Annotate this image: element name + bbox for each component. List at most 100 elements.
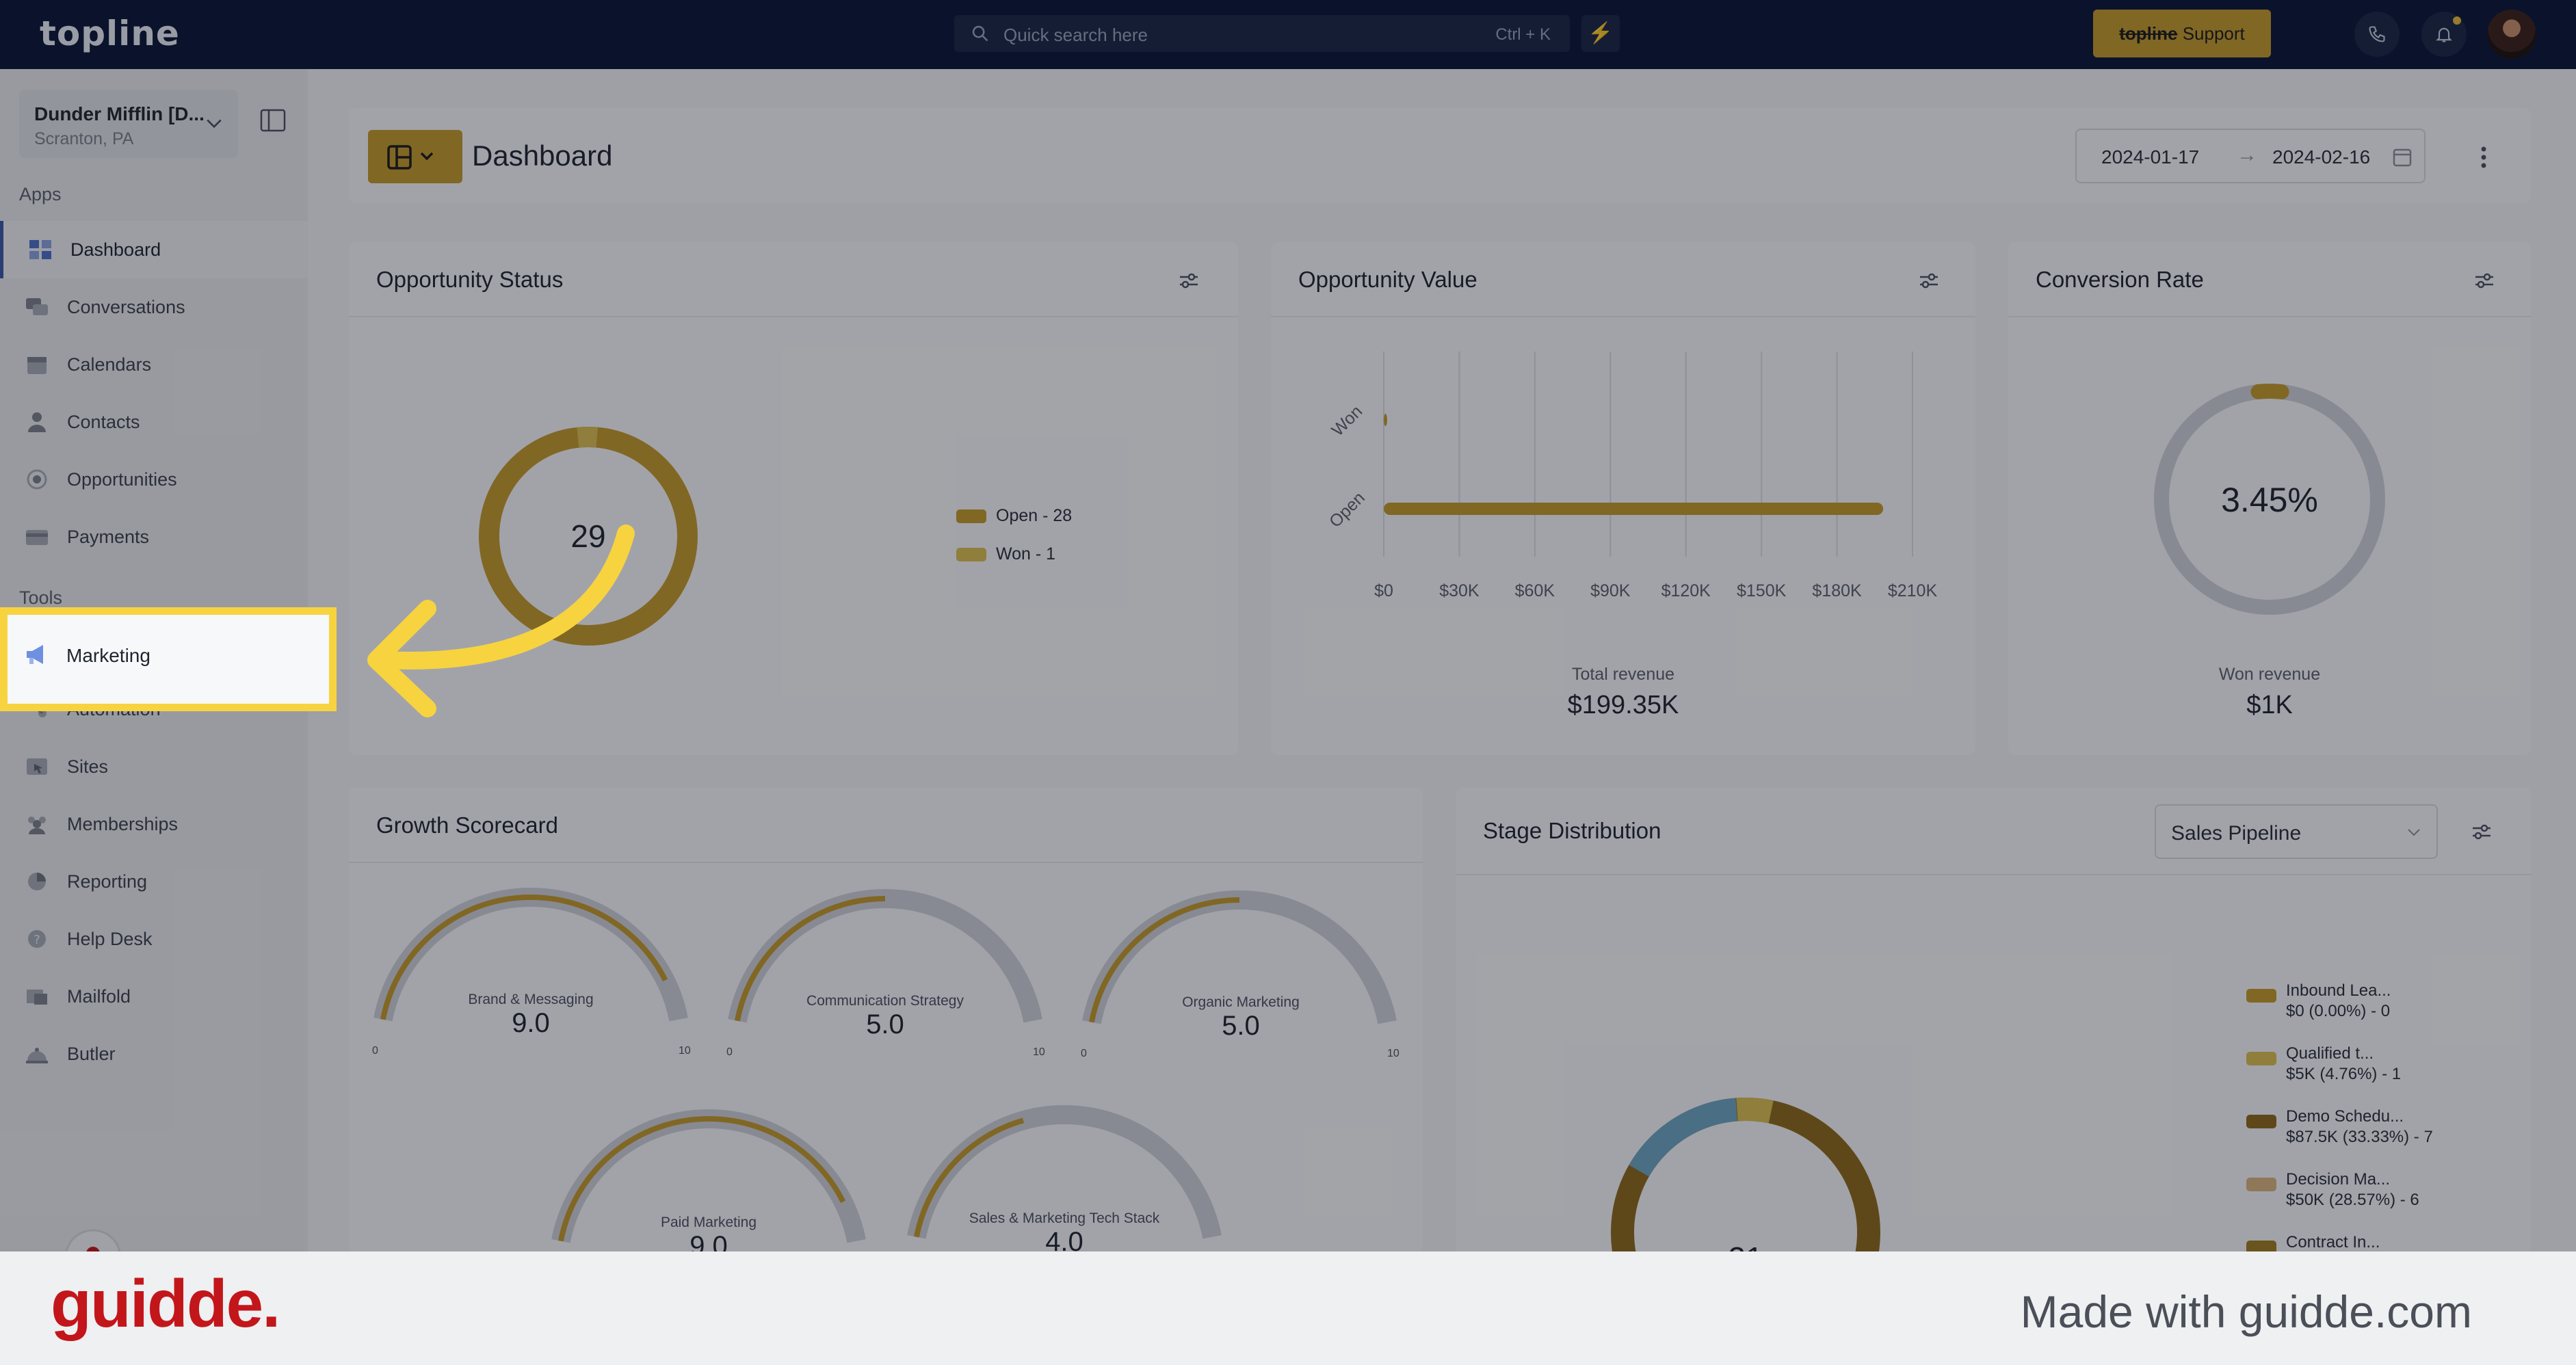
card-divider bbox=[1271, 316, 1975, 317]
page-title: Dashboard bbox=[472, 140, 613, 172]
gauge-value: 5.0 bbox=[1222, 1011, 1260, 1041]
search-shortcut: Ctrl + K bbox=[1495, 25, 1551, 44]
sidebar-item-memberships[interactable]: Memberships bbox=[0, 795, 308, 853]
stage-name: Inbound Lea... bbox=[2286, 981, 2391, 1000]
guidde-footer: guidde. Made with guidde.com bbox=[0, 1251, 2576, 1365]
sidebar-item-dashboard[interactable]: Dashboard bbox=[0, 221, 308, 278]
legend-swatch bbox=[2246, 1178, 2276, 1191]
legend-label: Open - 28 bbox=[996, 506, 1073, 525]
x-tick-label: $0 bbox=[1374, 581, 1393, 600]
layout-icon bbox=[387, 145, 434, 170]
filter-icon[interactable] bbox=[2473, 271, 2495, 290]
tools-section-label: Tools bbox=[19, 587, 63, 608]
gauge-label: Sales & Marketing Tech Stack bbox=[969, 1210, 1160, 1226]
quick-actions-bolt-icon[interactable]: ⚡ bbox=[1581, 15, 1620, 52]
support-label: Support bbox=[2182, 23, 2245, 44]
top-bar: topline Quick search here Ctrl + K ⚡ top… bbox=[0, 0, 2576, 69]
y-tick-label: Open bbox=[1326, 488, 1369, 531]
stage-legend-item: Contract In... bbox=[2246, 1232, 2380, 1254]
help-icon: ? bbox=[28, 930, 46, 948]
legend-swatch bbox=[2246, 1115, 2276, 1128]
sidebar-item-label: Help Desk bbox=[67, 929, 153, 949]
sidebar-item-label: Sites bbox=[67, 756, 109, 777]
pipeline-select[interactable]: Sales Pipeline bbox=[2155, 804, 2438, 859]
sidebar-item-contacts[interactable]: Contacts bbox=[0, 393, 308, 451]
filter-icon[interactable] bbox=[1178, 271, 1200, 290]
stage-name: Qualified t... bbox=[2286, 1044, 2374, 1063]
chat-icon bbox=[26, 298, 48, 315]
bell-icon bbox=[2436, 27, 2452, 42]
card-title: Stage Distribution bbox=[1483, 818, 1661, 843]
more-options-icon[interactable] bbox=[2473, 144, 2494, 171]
app-logo[interactable]: topline bbox=[40, 14, 180, 53]
date-range-picker[interactable]: 2024-01-17 → 2024-02-16 bbox=[2075, 129, 2426, 183]
sidebar-item-label: Butler bbox=[67, 1044, 116, 1064]
x-tick-label: $120K bbox=[1661, 581, 1711, 600]
stage-detail: $87.5K (33.33%) - 7 bbox=[2286, 1128, 2433, 1146]
filter-icon[interactable] bbox=[2471, 822, 2493, 841]
stage-distribution-card: Stage Distribution Sales Pipeline 21 Inb… bbox=[1456, 788, 2531, 1267]
card-divider bbox=[2008, 316, 2531, 317]
x-tick-label: $180K bbox=[1812, 581, 1862, 600]
sidebar-item-sites[interactable]: Sites bbox=[0, 738, 308, 795]
collapse-sidebar-icon[interactable] bbox=[260, 109, 286, 132]
sidebar-item-payments[interactable]: Payments bbox=[0, 508, 308, 566]
legend-won: Won - 1 bbox=[956, 544, 1055, 564]
card-divider bbox=[349, 316, 1238, 317]
total-revenue-value: $199.35K bbox=[1567, 691, 1679, 719]
x-tick-label: $210K bbox=[1888, 581, 1938, 600]
stage-name: Decision Ma... bbox=[2286, 1170, 2391, 1189]
gauge-max: 10 bbox=[1387, 1048, 1399, 1059]
gauge-value: 5.0 bbox=[866, 1009, 904, 1039]
sidebar-item-calendars[interactable]: Calendars bbox=[0, 336, 308, 393]
dashboard-switcher-button[interactable] bbox=[368, 130, 462, 183]
x-tick-label: $30K bbox=[1439, 581, 1480, 600]
y-tick-label: Won bbox=[1328, 402, 1367, 440]
pipeline-value: Sales Pipeline bbox=[2171, 822, 2302, 845]
stage-name: Demo Schedu... bbox=[2286, 1107, 2404, 1126]
calendar-icon bbox=[27, 357, 47, 374]
date-end: 2024-02-16 bbox=[2272, 146, 2371, 168]
sidebar-item-mailfold[interactable]: Mailfold bbox=[0, 968, 308, 1025]
gauge-label: Brand & Messaging bbox=[468, 992, 594, 1007]
gauge-min: 0 bbox=[726, 1046, 733, 1058]
sidebar-item-label: Opportunities bbox=[67, 469, 177, 490]
won-revenue-caption: Won revenue bbox=[2218, 665, 2321, 684]
location-city: Scranton, PA bbox=[34, 129, 134, 148]
phone-button[interactable] bbox=[2354, 12, 2400, 57]
card-divider bbox=[1456, 874, 2531, 875]
pointer-arrow-icon bbox=[367, 525, 635, 717]
won-revenue-value: $1K bbox=[2246, 691, 2293, 719]
legend-swatch bbox=[956, 548, 986, 562]
location-switcher[interactable]: Dunder Mifflin [D... Scranton, PA bbox=[19, 90, 238, 158]
user-avatar[interactable] bbox=[2487, 10, 2536, 59]
stage-detail: $0 (0.00%) - 0 bbox=[2286, 1002, 2391, 1020]
legend-label: Won - 1 bbox=[996, 544, 1056, 564]
legend-open: Open - 28 bbox=[956, 506, 1072, 526]
sidebar-item-help-desk[interactable]: ? Help Desk bbox=[0, 910, 308, 968]
person-icon bbox=[28, 412, 46, 432]
stage-distribution-donut: 21 bbox=[1611, 1098, 1880, 1267]
location-name: Dunder Mifflin [D... bbox=[34, 103, 205, 124]
highlight-box: Marketing bbox=[0, 607, 337, 711]
date-start: 2024-01-17 bbox=[2101, 146, 2200, 168]
filter-icon[interactable] bbox=[1918, 271, 1940, 290]
sidebar-item-butler[interactable]: Butler bbox=[0, 1025, 308, 1083]
sidebar-item-conversations[interactable]: Conversations bbox=[0, 278, 308, 336]
stage-legend-item: Inbound Lea... $0 (0.00%) - 0 bbox=[2246, 981, 2391, 1022]
sidebar-item-label: Contacts bbox=[67, 412, 140, 432]
support-button[interactable]: topline Support bbox=[2093, 10, 2271, 57]
sidebar-item-marketing[interactable]: Marketing bbox=[66, 645, 150, 667]
butler-icon bbox=[26, 1048, 48, 1063]
gauge-min: 0 bbox=[1081, 1048, 1087, 1059]
bar-won bbox=[1384, 414, 1387, 426]
sidebar-item-label: Calendars bbox=[67, 354, 152, 375]
gauge-label: Organic Marketing bbox=[1182, 994, 1300, 1010]
sidebar-item-opportunities[interactable]: Opportunities bbox=[0, 451, 308, 508]
support-brand: topline bbox=[2119, 23, 2178, 44]
quick-search-input[interactable]: Quick search here Ctrl + K bbox=[954, 15, 1570, 52]
sidebar-item-reporting[interactable]: Reporting bbox=[0, 853, 308, 910]
x-tick-label: $90K bbox=[1590, 581, 1631, 600]
stage-detail: $50K (28.57%) - 6 bbox=[2286, 1191, 2419, 1209]
card-title: Opportunity Value bbox=[1298, 267, 1477, 292]
